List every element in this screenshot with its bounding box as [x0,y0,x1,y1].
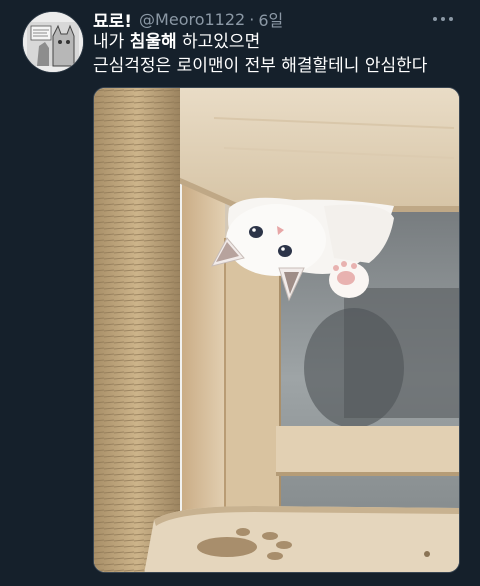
separator-dot: · [249,9,255,29]
cat-photo [94,88,459,572]
tweet-text-line-2: 근심걱정은 로이맨이 전부 해결할테니 안심한다 [93,56,428,76]
tweet-header: 묘로! @Meoro1122 · 6일 [93,7,283,32]
profile-avatar[interactable] [22,11,84,73]
tweet-card[interactable]: 묘로! @Meoro1122 · 6일 내가 침울해 하고있으면 근심걱정은 로… [0,0,480,586]
tweet-text-line-1: 내가 침울해 하고있으면 [93,30,453,54]
avatar-image [23,12,83,72]
text-segment: 내가 [93,32,130,52]
timestamp[interactable]: 6일 [258,7,283,31]
display-name[interactable]: 묘로! [93,7,132,32]
tweet-photo[interactable] [93,87,460,573]
text-segment: 하고있으면 [176,32,261,52]
tweet-text: 내가 침울해 하고있으면 근심걱정은 로이맨이 전부 해결할테니 안심한다 [93,30,453,78]
text-bold-segment: 침울해 [129,32,177,52]
more-icon[interactable] [430,14,456,24]
user-handle[interactable]: @Meoro1122 [139,10,245,29]
